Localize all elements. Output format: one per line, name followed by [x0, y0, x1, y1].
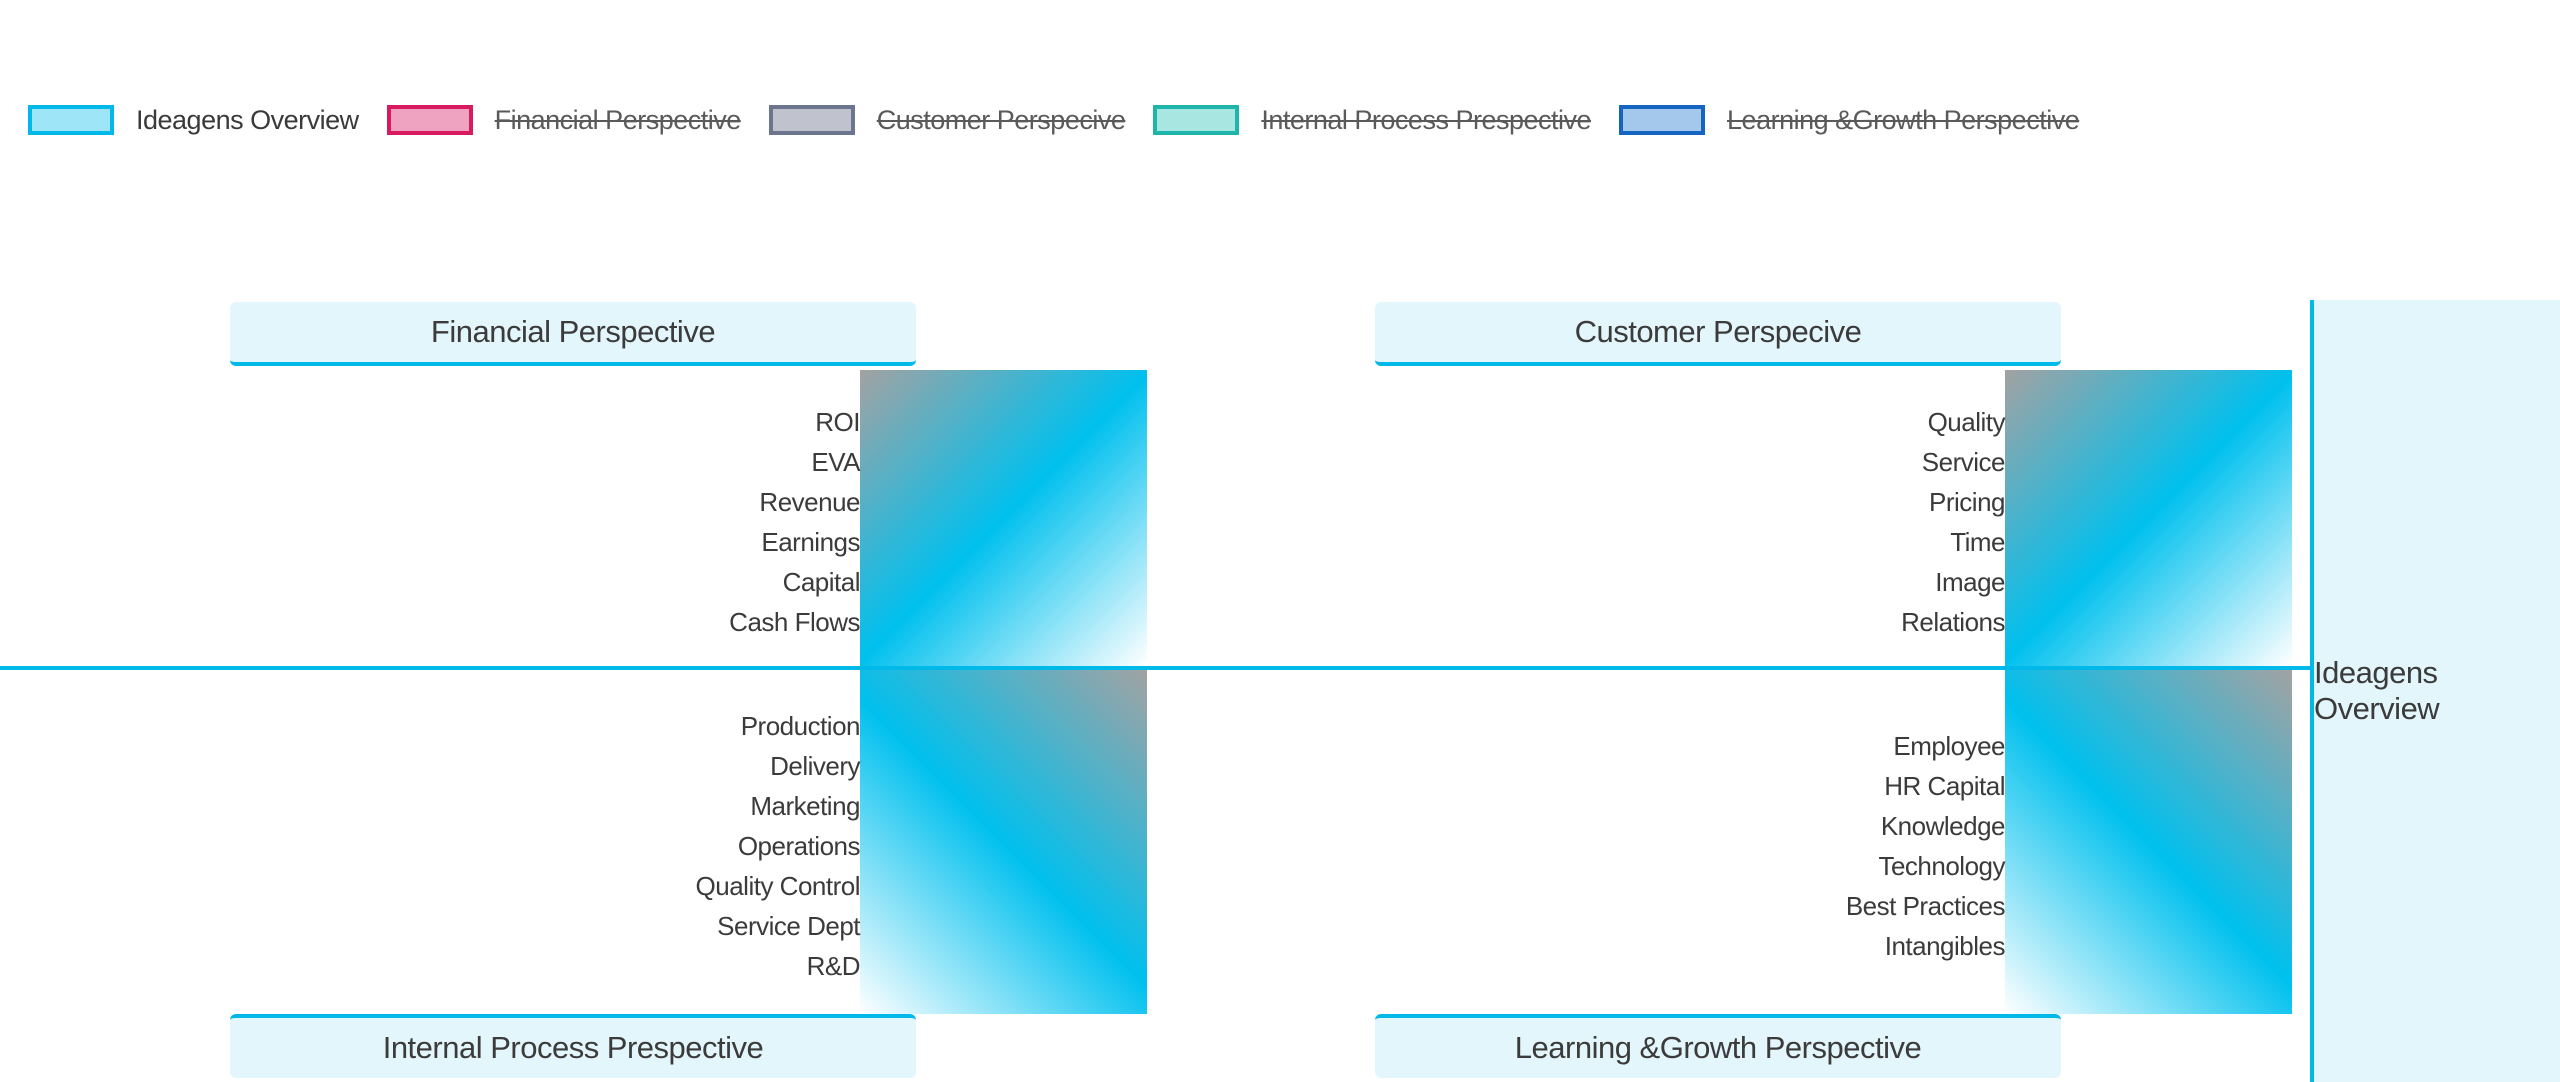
list-item: EVA: [811, 447, 860, 477]
list-item: Best Practices: [1845, 891, 2006, 921]
list-item: Image: [1935, 567, 2005, 597]
list-item: Relations: [1901, 607, 2005, 637]
list-item: HR Capital: [1884, 771, 2005, 801]
financial-perspective-title: Financial Perspective: [230, 302, 916, 366]
list-item: Service: [1921, 447, 2006, 477]
learning-gradient-block: [2005, 670, 2292, 1014]
list-item: Production: [740, 711, 861, 741]
legend-item-learning-growth[interactable]: Learning &Growth Perspective: [1619, 104, 2080, 136]
list-item: Pricing: [1929, 487, 2005, 517]
ideagens-overview-panel: Ideagens Overview: [2314, 300, 2560, 1082]
list-item: Intangibles: [1884, 931, 2006, 961]
list-item: Service Dept: [717, 911, 860, 941]
learning-items: Employee HR Capital Knowledge Technology…: [1845, 726, 2006, 966]
list-item: Time: [1950, 527, 2005, 557]
legend-swatch: [1619, 105, 1706, 135]
customer-perspective-title: Customer Perspecive: [1375, 302, 2061, 366]
list-item: Operations: [737, 831, 861, 861]
legend-swatch: [28, 105, 114, 135]
list-item: Technology: [1878, 851, 2005, 881]
financial-gradient-block: [860, 370, 1147, 666]
customer-items: Quality Service Pricing Time Image Relat…: [1901, 402, 2005, 642]
legend-swatch: [768, 105, 855, 135]
list-item: Cash Flows: [729, 607, 860, 637]
list-item: Employee: [1893, 731, 2005, 761]
learning-growth-title: Learning &Growth Perspective: [1375, 1014, 2061, 1078]
list-item: ROI: [815, 407, 860, 437]
legend-label: Ideagens Overview: [136, 104, 359, 135]
customer-gradient-block: [2005, 370, 2292, 666]
horizontal-axis-line: [0, 666, 2315, 670]
list-item: Capital: [782, 567, 861, 597]
list-item: Revenue: [759, 487, 860, 517]
financial-items: ROI EVA Revenue Earnings Capital Cash Fl…: [729, 402, 860, 642]
legend-label: Internal Process Prespective: [1261, 104, 1592, 135]
legend-label: Learning &Growth Perspective: [1727, 104, 2080, 135]
internal-gradient-block: [860, 670, 1147, 1014]
legend-swatch: [386, 105, 473, 135]
list-item: Quality: [1927, 407, 2006, 437]
legend-swatch: [1153, 105, 1240, 135]
list-item: Delivery: [770, 751, 860, 781]
legend-item-internal-process[interactable]: Internal Process Prespective: [1153, 104, 1592, 136]
legend-item-financial-perspective[interactable]: Financial Perspective: [386, 104, 742, 136]
legend-label: Financial Perspective: [494, 104, 742, 135]
legend-item-ideagens-overview[interactable]: Ideagens Overview: [28, 105, 359, 136]
legend-item-customer-perspective[interactable]: Customer Perspecive: [768, 104, 1126, 136]
list-item: R&D: [806, 951, 861, 981]
list-item: Marketing: [750, 791, 860, 821]
chart-legend: Ideagens Overview Financial Perspective …: [28, 100, 2107, 140]
internal-items: Production Delivery Marketing Operations…: [695, 706, 861, 986]
internal-process-title: Internal Process Prespective: [230, 1014, 916, 1078]
list-item: Earnings: [761, 527, 860, 557]
list-item: Quality Control: [695, 871, 861, 901]
list-item: Knowledge: [1880, 811, 2006, 841]
legend-label: Customer Perspecive: [876, 104, 1126, 135]
